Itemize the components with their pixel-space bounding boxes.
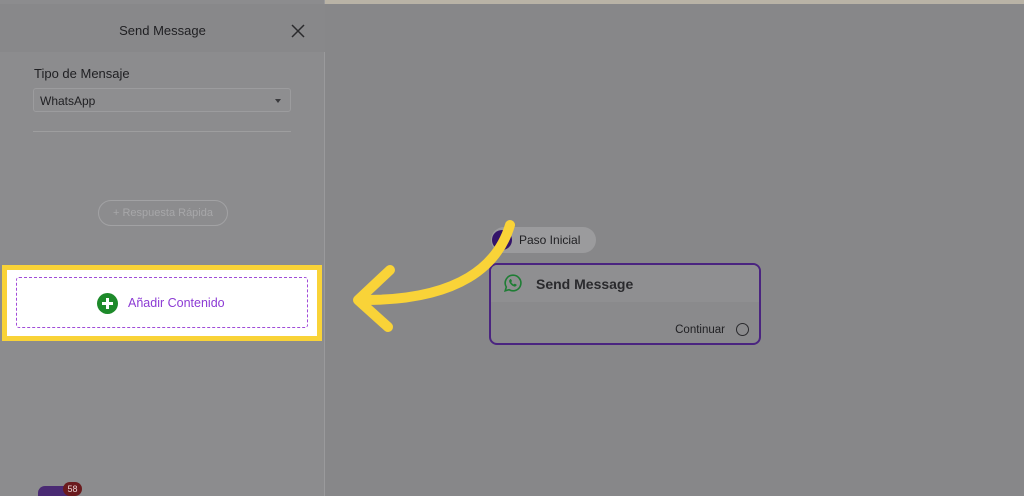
add-content-button[interactable]: Añadir Contenido [16,277,308,328]
quick-reply-button[interactable]: + Respuesta Rápida [98,200,228,226]
message-type-select[interactable]: WhatsApp [33,88,291,112]
add-content-label: Añadir Contenido [128,296,225,310]
node-header: Send Message [491,265,759,302]
divider [33,131,291,132]
highlight-box: Añadir Contenido [2,265,322,341]
notification-badge: 58 [63,482,82,496]
panel-title: Send Message [119,23,206,38]
plus-circle-icon [97,293,118,314]
send-message-panel: Send Message Tipo de Mensaje WhatsApp + … [0,0,325,496]
panel-header: Send Message [0,4,325,52]
message-type-label: Tipo de Mensaje [34,66,130,81]
close-icon[interactable] [289,22,307,40]
node-output-label: Continuar [675,324,725,336]
annotation-arrow-icon [353,220,515,332]
message-type-value: WhatsApp [40,94,96,108]
output-port-icon[interactable] [736,323,749,336]
node-title: Send Message [536,276,634,292]
chevron-down-icon [275,99,281,103]
